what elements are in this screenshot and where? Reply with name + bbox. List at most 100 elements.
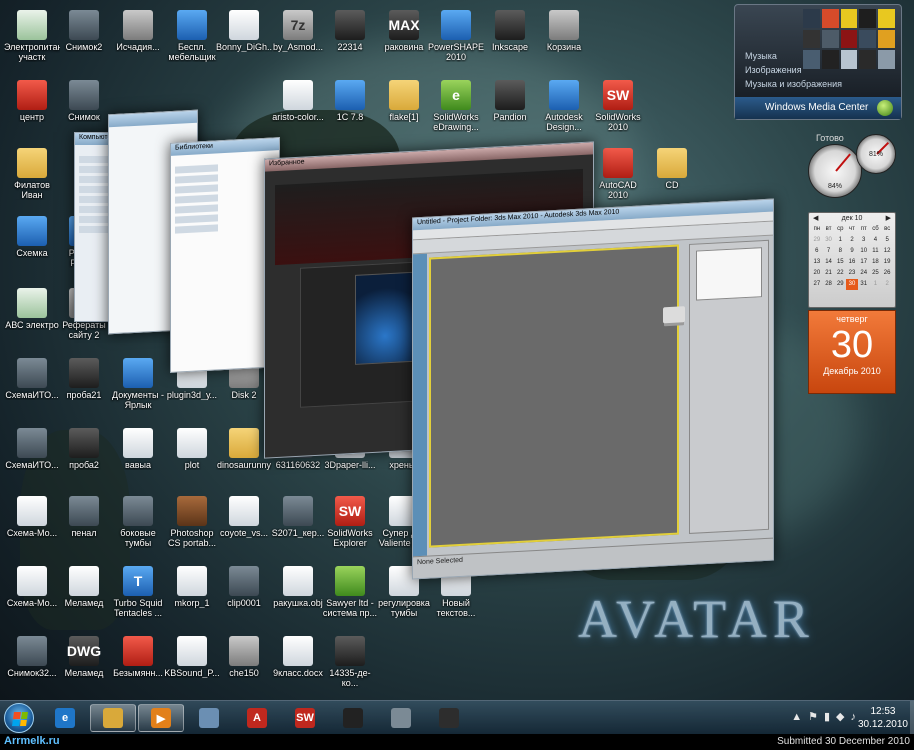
desktop-icon[interactable]: 9класс.docx — [270, 636, 326, 678]
desktop-icon[interactable]: ракушка.obj — [270, 566, 326, 608]
viewport[interactable] — [429, 244, 685, 548]
calendar-day[interactable]: 5 — [881, 235, 893, 246]
calendar-day[interactable]: 4 — [870, 235, 882, 246]
wmc-orb-icon[interactable] — [877, 100, 893, 116]
calendar-day[interactable]: 7 — [823, 246, 835, 257]
calendar-day[interactable]: 28 — [823, 279, 835, 290]
desktop-icon[interactable]: Безымянн... — [110, 636, 166, 678]
taskbar-button-autocad[interactable]: A — [234, 704, 280, 732]
desktop-icon[interactable]: 7z by_Asmod... — [270, 10, 326, 52]
desktop-icon[interactable]: Inkscape — [482, 10, 538, 52]
desktop-icon[interactable]: che150 — [216, 636, 272, 678]
calendar-day[interactable]: 1 — [834, 235, 846, 246]
desktop-icon[interactable]: Схема-Мо... — [4, 566, 60, 608]
desktop-icon[interactable]: CD — [644, 148, 700, 190]
calendar-day[interactable]: 22 — [834, 268, 846, 279]
desktop-icon[interactable]: Снимок32... — [4, 636, 60, 678]
desktop-icon[interactable]: Документы - Ярлык — [110, 358, 166, 410]
taskbar-button-inkscape[interactable] — [330, 704, 376, 732]
desktop-icon[interactable]: MAX раковина — [376, 10, 432, 52]
window-3dsmax[interactable]: Untitled - Project Folder: 3ds Max 2010 … — [412, 198, 774, 580]
calendar-day[interactable]: 3 — [858, 235, 870, 246]
taskbar-button-media-player[interactable]: ▶ — [138, 704, 184, 732]
calendar-day[interactable]: 30 — [823, 235, 835, 246]
calendar-day[interactable]: 20 — [811, 268, 823, 279]
calendar-day[interactable]: 2 — [881, 279, 893, 290]
desktop-icon[interactable]: Схемка — [4, 216, 60, 258]
calendar-day[interactable]: 9 — [846, 246, 858, 257]
desktop-icon[interactable]: Филатов Иван Влади... — [4, 148, 60, 200]
taskbar-button-unknown[interactable] — [378, 704, 424, 732]
calendar-day[interactable]: 24 — [858, 268, 870, 279]
desktop-icon[interactable]: Autodesk Design... — [536, 80, 592, 132]
desktop-icon[interactable]: Pandion — [482, 80, 538, 122]
desktop-icon[interactable]: Снимок — [56, 80, 112, 122]
desktop-icon[interactable]: SWSolidWorks Explorer 2010 — [322, 496, 378, 548]
calendar-day[interactable]: 2 — [846, 235, 858, 246]
taskbar-button-calculator[interactable] — [186, 704, 232, 732]
desktop-icon[interactable]: проба21 — [56, 358, 112, 400]
desktop-icon[interactable]: mkorp_1 — [164, 566, 220, 608]
calendar-day[interactable]: 12 — [881, 246, 893, 257]
media-center-gadget[interactable]: Музыка Изображения Музыка и изображения … — [734, 4, 902, 120]
calendar-day[interactable]: 16 — [846, 257, 858, 268]
calendar-day[interactable]: 31 — [858, 279, 870, 290]
desktop-icon[interactable]: coyote_vs... — [216, 496, 272, 538]
desktop-icon[interactable]: KBSound_P... — [164, 636, 220, 678]
desktop-icon[interactable]: Bonny_DiGh... — [216, 10, 272, 52]
wmc-item-images[interactable]: Изображения — [745, 65, 802, 75]
command-panel[interactable] — [689, 239, 769, 534]
calendar-day[interactable]: 17 — [858, 257, 870, 268]
desktop-icon[interactable]: Электропитание участк — [4, 10, 60, 62]
desktop-icon[interactable]: СхемаИТО... — [4, 428, 60, 470]
desktop-icon[interactable]: боковые тумбы — [110, 496, 166, 548]
desktop-icon[interactable]: aristo-color... — [270, 80, 326, 122]
desktop-icon[interactable]: Меламед — [56, 566, 112, 608]
taskbar-button-solidworks[interactable]: SW — [282, 704, 328, 732]
desktop-icon[interactable]: Снимок2 — [56, 10, 112, 52]
desktop-icon[interactable]: вавыа — [110, 428, 166, 470]
system-tray[interactable]: ▲⚑▮◆♪ — [791, 710, 862, 723]
desktop-icon[interactable]: DWG Меламед — [56, 636, 112, 678]
wmc-item-music-and-images[interactable]: Музыка и изображения — [745, 79, 842, 89]
wmc-item-music[interactable]: Музыка — [745, 51, 777, 61]
calendar-day[interactable]: 29 — [834, 279, 846, 290]
calendar-day[interactable]: 19 — [881, 257, 893, 268]
desktop-icon[interactable]: центр — [4, 80, 60, 122]
desktop-icon[interactable]: СхемаИТО... — [4, 358, 60, 400]
desktop-icon[interactable]: flake[1] — [376, 80, 432, 122]
desktop-icon[interactable]: 14335-де-ко... — [322, 636, 378, 688]
start-button[interactable] — [4, 703, 34, 733]
desktop-icon[interactable]: АВС электро — [4, 288, 60, 330]
show-desktop-button[interactable] — [910, 701, 914, 735]
taskbar-button-ie[interactable]: e — [42, 704, 88, 732]
taskbar-button-3dsmax[interactable] — [426, 704, 472, 732]
calendar-day[interactable]: 11 — [870, 246, 882, 257]
prev-month-icon[interactable]: ◀ — [813, 213, 818, 224]
desktop-icon[interactable]: clip0001 — [216, 566, 272, 608]
calendar-gadget[interactable]: ◀ дек 10 ▶ пн вт ср чт пт сб вс 29 30 1 2 3 4 5 6 7 8 9 1… — [808, 212, 896, 308]
desktop-icon[interactable]: Схема-Мо... — [4, 496, 60, 538]
desktop-icon[interactable]: Беспл. мебельщик — [164, 10, 220, 62]
calendar-day[interactable]: 29 — [811, 235, 823, 246]
desktop-icon[interactable]: e SolidWorks eDrawing... — [428, 80, 484, 132]
calendar-day[interactable]: 18 — [870, 257, 882, 268]
desktop-icon[interactable]: Sawyer ltd - система пр... — [322, 566, 378, 618]
left-toolbar[interactable] — [413, 253, 427, 559]
calendar-day[interactable]: 25 — [870, 268, 882, 279]
desktop-icon[interactable]: PowerSHAPE 2010 — [428, 10, 484, 62]
calendar-day[interactable]: 14 — [823, 257, 835, 268]
calendar-day[interactable]: 13 — [811, 257, 823, 268]
desktop-icon[interactable]: AutoCAD 2010 — [590, 148, 646, 200]
calendar-day[interactable]: 30 — [846, 279, 858, 290]
calendar-day[interactable]: 6 — [811, 246, 823, 257]
desktop-icon[interactable]: Исчадия... — [110, 10, 166, 52]
calendar-day[interactable]: 1 — [870, 279, 882, 290]
calendar-day[interactable]: 21 — [823, 268, 835, 279]
calendar-day[interactable]: 27 — [811, 279, 823, 290]
next-month-icon[interactable]: ▶ — [886, 213, 891, 224]
calendar-day[interactable]: 10 — [858, 246, 870, 257]
desktop-icon[interactable]: пенал — [56, 496, 112, 538]
calendar-day[interactable]: 8 — [834, 246, 846, 257]
taskbar-button-explorer[interactable] — [90, 704, 136, 732]
